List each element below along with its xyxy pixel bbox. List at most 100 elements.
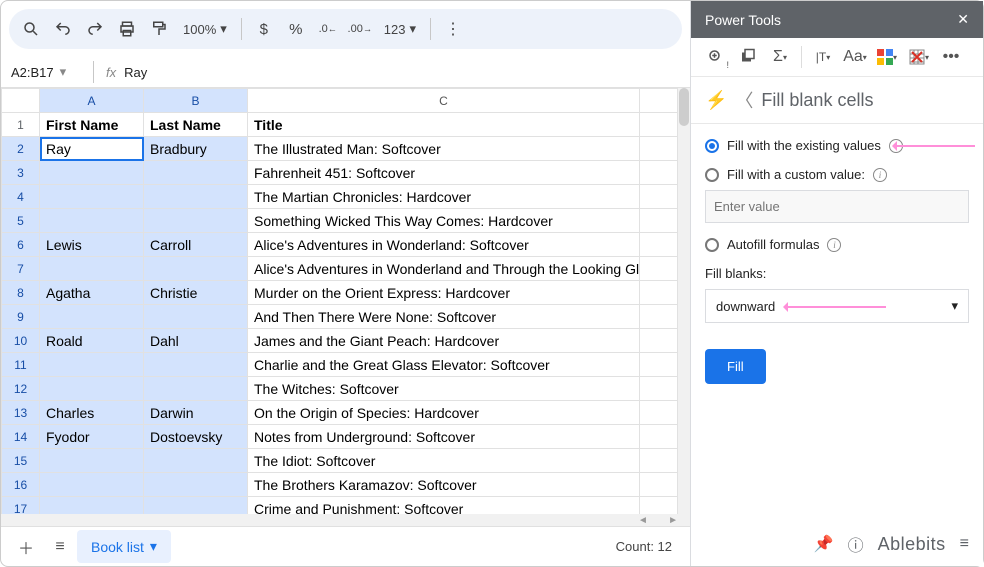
cell[interactable]: [144, 257, 248, 281]
cell[interactable]: Roald: [40, 329, 144, 353]
sheet-tab-active[interactable]: Book list ▾: [77, 530, 171, 563]
cell[interactable]: [40, 473, 144, 497]
case-icon[interactable]: Aa▾: [842, 44, 868, 70]
cell[interactable]: Something Wicked This Way Comes: Hardcov…: [248, 209, 640, 233]
cell[interactable]: Agatha: [40, 281, 144, 305]
row-header[interactable]: 16: [2, 473, 40, 497]
radio-existing-values[interactable]: [705, 139, 719, 153]
col-header-c[interactable]: C: [248, 89, 640, 113]
cell[interactable]: First Name: [40, 113, 144, 137]
cell[interactable]: Last Name: [144, 113, 248, 137]
cell[interactable]: [40, 185, 144, 209]
cell[interactable]: Ray: [40, 137, 144, 161]
custom-value-input[interactable]: [705, 190, 969, 223]
radio-custom-value[interactable]: [705, 168, 719, 182]
cell[interactable]: [144, 377, 248, 401]
cell[interactable]: [40, 257, 144, 281]
row-header[interactable]: 12: [2, 377, 40, 401]
menu-icon[interactable]: ≡: [960, 535, 969, 553]
col-header-b[interactable]: B: [144, 89, 248, 113]
cell[interactable]: [40, 209, 144, 233]
cell[interactable]: Dahl: [144, 329, 248, 353]
row-header[interactable]: 1: [2, 113, 40, 137]
cell[interactable]: [144, 305, 248, 329]
cell[interactable]: The Martian Chronicles: Hardcover: [248, 185, 640, 209]
format-number-select[interactable]: 123 ▾: [378, 21, 422, 37]
row-header[interactable]: 13: [2, 401, 40, 425]
formula-value[interactable]: Ray: [124, 65, 147, 80]
cell[interactable]: [144, 497, 248, 515]
cell[interactable]: Bradbury: [144, 137, 248, 161]
currency-icon[interactable]: $: [250, 15, 278, 43]
increase-decimal-icon[interactable]: .00→: [346, 15, 374, 43]
cell[interactable]: [144, 185, 248, 209]
cell[interactable]: Christie: [144, 281, 248, 305]
cell[interactable]: Lewis: [40, 233, 144, 257]
row-header[interactable]: 11: [2, 353, 40, 377]
cell[interactable]: [144, 161, 248, 185]
cell[interactable]: The Witches: Softcover: [248, 377, 640, 401]
zoom-select[interactable]: 100% ▾: [177, 21, 233, 37]
undo-icon[interactable]: [49, 15, 77, 43]
cell[interactable]: [144, 473, 248, 497]
col-header-a[interactable]: A: [40, 89, 144, 113]
cell[interactable]: Charlie and the Great Glass Elevator: So…: [248, 353, 640, 377]
more-tools-icon[interactable]: •••: [938, 44, 964, 70]
percent-icon[interactable]: %: [282, 15, 310, 43]
cell[interactable]: Dostoevsky: [144, 425, 248, 449]
row-header[interactable]: 7: [2, 257, 40, 281]
row-header[interactable]: 15: [2, 449, 40, 473]
radio-autofill-formulas[interactable]: [705, 238, 719, 252]
cell[interactable]: James and the Giant Peach: Hardcover: [248, 329, 640, 353]
cell[interactable]: Carroll: [144, 233, 248, 257]
row-header[interactable]: 10: [2, 329, 40, 353]
cell[interactable]: Notes from Underground: Softcover: [248, 425, 640, 449]
row-header[interactable]: 6: [2, 233, 40, 257]
row-header[interactable]: 3: [2, 161, 40, 185]
row-header[interactable]: 9: [2, 305, 40, 329]
cell[interactable]: Murder on the Orient Express: Hardcover: [248, 281, 640, 305]
print-icon[interactable]: [113, 15, 141, 43]
cell[interactable]: [40, 353, 144, 377]
cell[interactable]: The Illustrated Man: Softcover: [248, 137, 640, 161]
cell[interactable]: [40, 377, 144, 401]
horizontal-scrollbar[interactable]: ◄►: [1, 514, 690, 526]
row-header[interactable]: 8: [2, 281, 40, 305]
cell[interactable]: Darwin: [144, 401, 248, 425]
cell[interactable]: [40, 305, 144, 329]
redo-icon[interactable]: [81, 15, 109, 43]
cell[interactable]: The Idiot: Softcover: [248, 449, 640, 473]
search-icon[interactable]: [17, 15, 45, 43]
name-box[interactable]: A2:B17 ▾: [11, 64, 81, 80]
direction-select[interactable]: downward ▾: [705, 289, 969, 323]
cell[interactable]: Fyodor: [40, 425, 144, 449]
cell[interactable]: [144, 353, 248, 377]
cell[interactable]: Alice's Adventures in Wonderland and Thr…: [248, 257, 640, 281]
sigma-icon[interactable]: Σ▾: [767, 44, 793, 70]
more-icon[interactable]: ⋮: [439, 15, 467, 43]
pin-icon[interactable]: 📌: [814, 534, 834, 554]
cell[interactable]: Fahrenheit 451: Softcover: [248, 161, 640, 185]
row-header[interactable]: 2: [2, 137, 40, 161]
info-icon[interactable]: i: [873, 168, 887, 182]
info-icon[interactable]: i: [827, 238, 841, 252]
cell[interactable]: And Then There Were None: Softcover: [248, 305, 640, 329]
cell[interactable]: Alice's Adventures in Wonderland: Softco…: [248, 233, 640, 257]
dedupe-icon[interactable]: [735, 44, 761, 70]
cell[interactable]: [40, 497, 144, 515]
all-sheets-button[interactable]: ≡: [43, 532, 77, 562]
split-icon[interactable]: ▾: [874, 44, 900, 70]
cell[interactable]: [40, 161, 144, 185]
row-header[interactable]: 4: [2, 185, 40, 209]
row-header[interactable]: 5: [2, 209, 40, 233]
smart-toolbar-icon[interactable]: !: [703, 44, 729, 70]
clear-icon[interactable]: ▾: [906, 44, 932, 70]
help-icon[interactable]: ⓘ: [848, 532, 864, 556]
fill-button[interactable]: Fill: [705, 349, 766, 384]
cell[interactable]: [144, 449, 248, 473]
paint-format-icon[interactable]: [145, 15, 173, 43]
back-icon[interactable]: 〈: [735, 87, 753, 113]
decrease-decimal-icon[interactable]: .0←: [314, 15, 342, 43]
vertical-scrollbar[interactable]: [678, 88, 690, 514]
row-header[interactable]: 17: [2, 497, 40, 515]
